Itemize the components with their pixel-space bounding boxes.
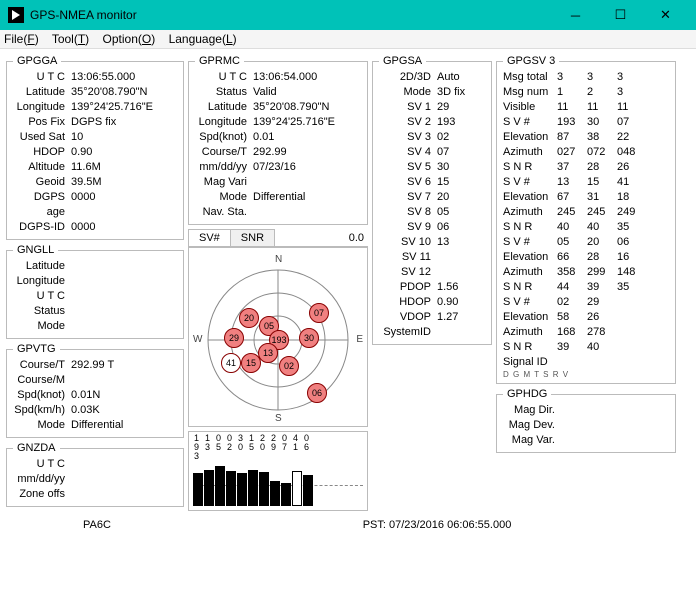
- minimize-button[interactable]: ─: [553, 0, 598, 30]
- sat-15[interactable]: 15: [241, 353, 261, 373]
- menubar: File(F) Tool(T) Option(O) Language(L): [0, 30, 696, 49]
- menu-file[interactable]: File(F): [4, 32, 39, 46]
- menu-language[interactable]: Language(L): [169, 32, 237, 46]
- panel-gpvtg: GPVTG Course/T292.99 T Course/M Spd(knot…: [6, 343, 184, 438]
- menu-option[interactable]: Option(O): [103, 32, 156, 46]
- snr-bar: [292, 471, 302, 506]
- panel-gngll: GNGLL Latitude Longitude U T C Status Mo…: [6, 244, 184, 339]
- sat-29[interactable]: 29: [224, 328, 244, 348]
- tab-value: 0.0: [349, 232, 364, 244]
- sat-13[interactable]: 13: [258, 343, 278, 363]
- status-left: PA6C: [8, 519, 186, 531]
- panel-gprmc: GPRMC U T C13:06:54.000 StatusValid Lati…: [188, 55, 368, 225]
- snr-bar: [248, 470, 258, 506]
- tab-snr[interactable]: SNR: [230, 229, 275, 246]
- window-title: GPS-NMEA monitor: [30, 8, 553, 22]
- sky-plot[interactable]: N S W E 07202905193301315410206: [188, 247, 368, 427]
- snr-chart: 19313050230152029074106: [188, 431, 368, 511]
- gpgga-used: 10: [71, 130, 177, 145]
- sat-02[interactable]: 02: [279, 356, 299, 376]
- snr-bar: [226, 471, 236, 506]
- maximize-button[interactable]: ☐: [598, 0, 643, 30]
- sat-30[interactable]: 30: [299, 328, 319, 348]
- gpgga-posfix: DGPS fix: [71, 115, 177, 130]
- panel-gpgga: GPGGA U T C13:06:55.000 Latitude35°20'08…: [6, 55, 184, 240]
- gpgga-hdop: 0.90: [71, 145, 177, 160]
- panel-gnzda: GNZDA U T C mm/dd/yy Zone offs: [6, 442, 184, 507]
- snr-bar: [193, 473, 203, 506]
- close-button[interactable]: ✕: [643, 0, 688, 30]
- tab-sv[interactable]: SV#: [188, 229, 231, 246]
- gpgga-geoid: 39.5M: [71, 175, 177, 190]
- sat-20[interactable]: 20: [239, 308, 259, 328]
- titlebar[interactable]: GPS-NMEA monitor ─ ☐ ✕: [0, 0, 696, 30]
- sat-07[interactable]: 07: [309, 303, 329, 323]
- gpgga-lon: 139°24'25.716"E: [71, 100, 177, 115]
- gpgga-did: 0000: [71, 220, 177, 235]
- sat-06[interactable]: 06: [307, 383, 327, 403]
- snr-bar: [303, 475, 313, 507]
- gpgga-utc: 13:06:55.000: [71, 70, 177, 85]
- gpgga-alt: 11.6M: [71, 160, 177, 175]
- snr-bar: [237, 473, 247, 506]
- app-icon: [8, 7, 24, 23]
- menu-tool[interactable]: Tool(T): [52, 32, 89, 46]
- panel-gpgsv: GPGSV 3 Msg total333Msg num123Visible111…: [496, 55, 676, 384]
- snr-bar: [259, 472, 269, 506]
- panel-gpgsa: GPGSA 2D/3DAutoMode3D fixSV 129SV 2193SV…: [372, 55, 492, 345]
- snr-bar: [270, 481, 280, 506]
- snr-bar: [215, 466, 225, 506]
- panel-gphdg: GPHDG Mag Dir. Mag Dev. Mag Var.: [496, 388, 676, 453]
- sky-tabs: SV# SNR 0.0: [188, 229, 368, 247]
- status-center: PST: 07/23/2016 06:06:55.000: [186, 519, 688, 531]
- snr-bar: [281, 483, 291, 506]
- sat-41[interactable]: 41: [221, 353, 241, 373]
- gpgga-lat: 35°20'08.790"N: [71, 85, 177, 100]
- snr-bar: [204, 470, 214, 506]
- gpgsv-tiny: D G M T S R V: [503, 370, 669, 379]
- legend-gpgga: GPGGA: [13, 55, 61, 67]
- gpgga-dage: 0000: [71, 190, 177, 220]
- statusbar: PA6C PST: 07/23/2016 06:06:55.000: [0, 517, 696, 539]
